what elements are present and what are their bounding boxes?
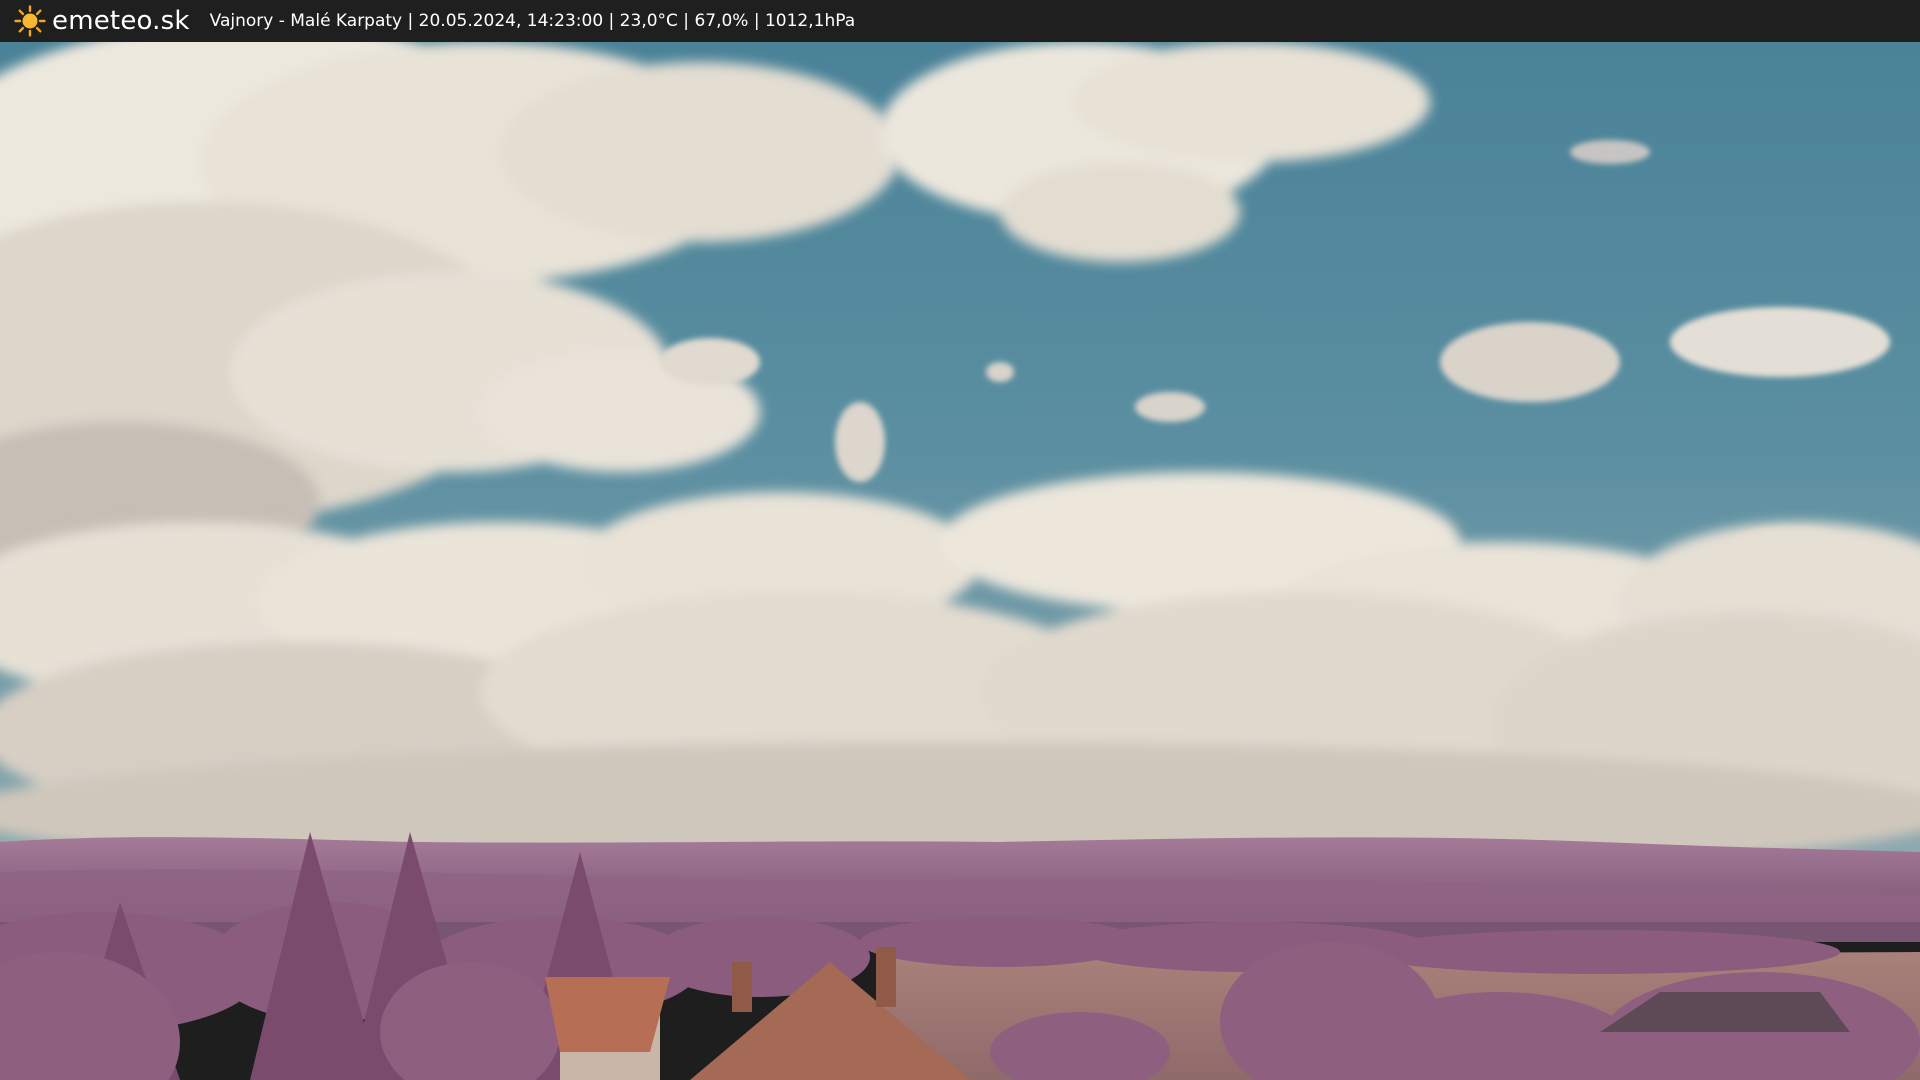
sun-icon — [14, 5, 46, 37]
house-left — [545, 977, 670, 1080]
station-caption: Vajnory - Malé Karpaty | 20.05.2024, 14:… — [209, 11, 856, 31]
webcam-image — [0, 42, 1920, 1080]
brand-name[interactable]: emeteo.sk — [52, 6, 190, 36]
header-bar: emeteo.sk Vajnory - Malé Karpaty | 20.05… — [0, 0, 1920, 42]
